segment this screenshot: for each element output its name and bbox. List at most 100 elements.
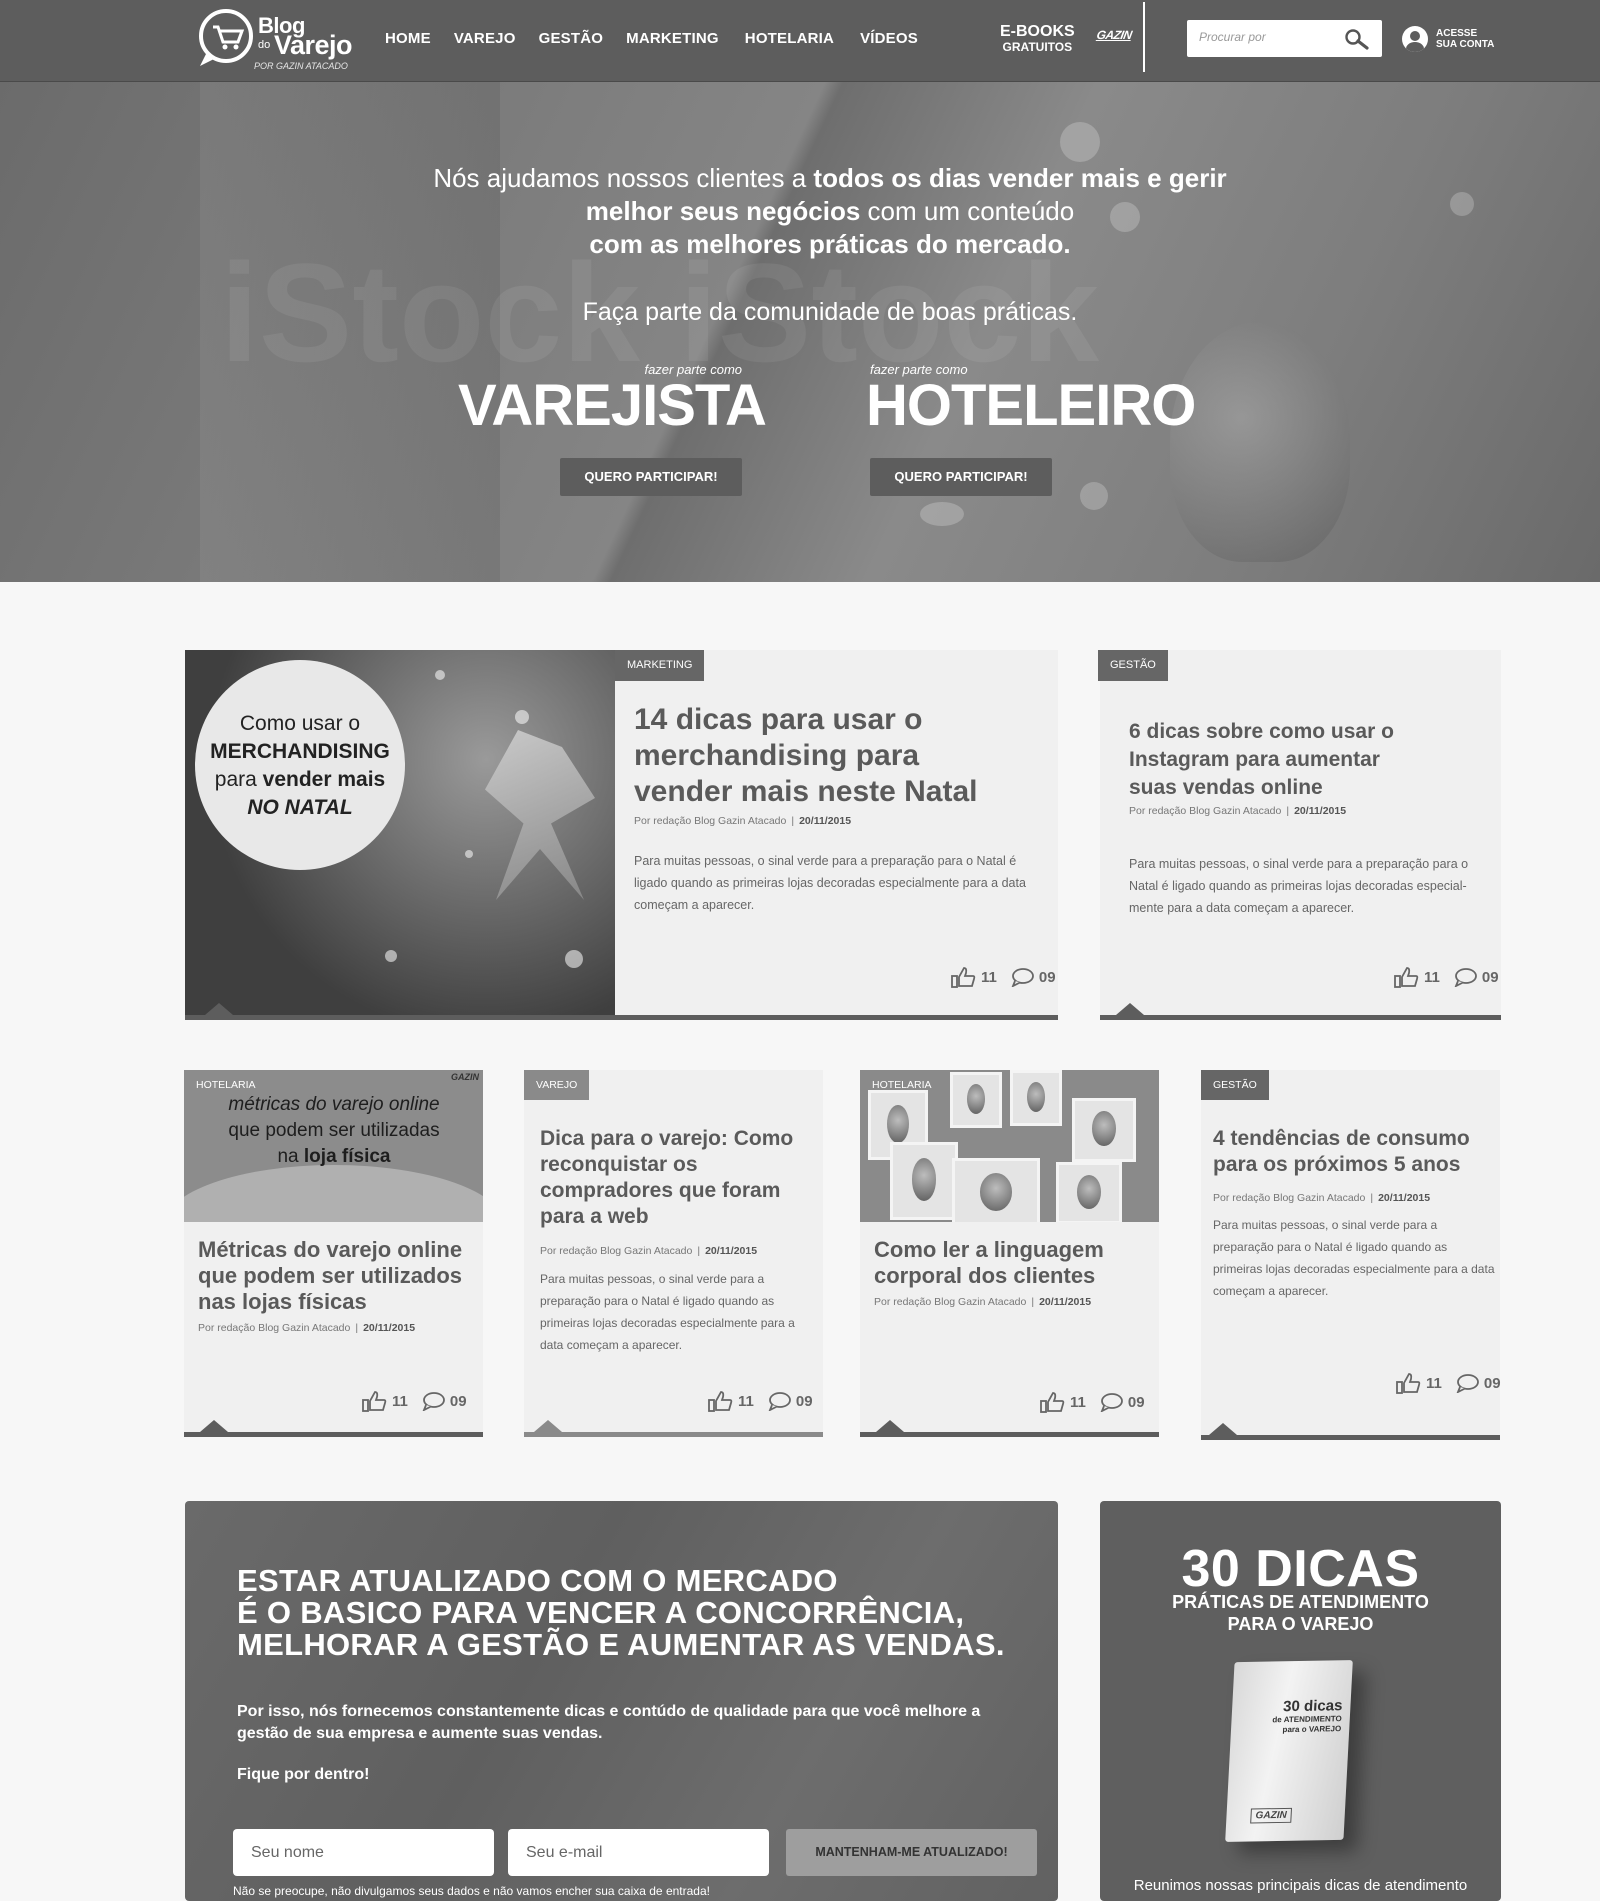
thumbnail-text: Como usar o MERCHANDISING para vender ma… — [207, 710, 393, 822]
bokeh-light — [565, 950, 583, 968]
main-nav: HOME VAREJO GESTÃO MARKETING HOTELARIA V… — [385, 30, 941, 47]
post-meta: Por redação Blog Gazin Atacado | 20/11/201… — [1213, 1192, 1431, 1204]
post-card[interactable]: VAREJO Dica para o varejo: Como reconqui… — [524, 1070, 823, 1437]
post-meta: Por redação Blog Gazin Atacado | 20/11/201… — [540, 1245, 758, 1257]
likes-count: 11 — [392, 1392, 408, 1410]
post-card[interactable]: GAZIN métricas do varejo online que pode… — [184, 1070, 483, 1437]
category-tag[interactable]: MARKETING — [615, 650, 705, 681]
face-photo — [1010, 1070, 1062, 1126]
likes[interactable]: 11 — [708, 1390, 754, 1412]
logo-subtitle: POR GAZIN ATACADO — [254, 61, 348, 71]
thumbnail-text-line: que podem ser utilizadas — [228, 1120, 440, 1141]
ebook-cover[interactable]: 30 dicas de ATENDIMENTO para o VAREJO GA… — [1225, 1660, 1353, 1842]
post-thumbnail[interactable]: Como usar o MERCHANDISING para vender ma… — [185, 650, 615, 1015]
category-tag[interactable]: HOTELARIA — [860, 1070, 944, 1100]
comments[interactable]: 09 — [1456, 1373, 1501, 1393]
card-notch — [205, 1003, 233, 1015]
ebooks-link[interactable]: E-BOOKS GRATUITOS — [1000, 24, 1075, 54]
ebook-promo[interactable]: 30 DICAS PRÁTICAS DE ATENDIMENTO PARA O … — [1100, 1501, 1501, 1901]
comments-count: 09 — [1127, 1393, 1145, 1411]
newsletter-headline-line: MELHORAR A GESTÃO E AUMENTAR AS VENDAS. — [237, 1627, 1005, 1662]
comment-icon — [1100, 1393, 1123, 1412]
newsletter-description: Por isso, nós fornecemos constantemente … — [237, 1703, 981, 1742]
post-card[interactable]: GESTÃO 4 tendências de consumo para os p… — [1201, 1070, 1501, 1440]
post-excerpt: Para muitas pessoas, o sinal verde para … — [634, 854, 1026, 912]
thumbs-up-icon — [1040, 1392, 1065, 1413]
post-title[interactable]: 6 dicas sobre como usar o Instagram para… — [1129, 718, 1429, 802]
likes-count: 11 — [1070, 1393, 1086, 1411]
search-icon[interactable] — [1344, 28, 1370, 50]
nav-gestao[interactable]: GESTÃO — [539, 30, 604, 47]
nav-marketing[interactable]: MARKETING — [626, 30, 719, 47]
post-title[interactable]: Dica para o varejo: Como reconquistar os… — [540, 1126, 815, 1230]
name-field[interactable] — [233, 1829, 494, 1876]
post-title[interactable]: 4 tendências de consumo para os próximos… — [1213, 1126, 1498, 1178]
category-tag[interactable]: GESTÃO — [1098, 650, 1168, 681]
card-notch — [200, 1420, 228, 1432]
subscribe-button[interactable]: MANTENHAM-ME ATUALIZADO! — [786, 1829, 1037, 1876]
comments[interactable]: 09 — [422, 1391, 467, 1411]
category-tag[interactable]: GESTÃO — [1201, 1070, 1269, 1100]
thumbnail-text-italic: NO NATAL — [247, 796, 353, 819]
blog-logo[interactable]: Blog do Varejo POR GAZIN ATACADO — [196, 8, 356, 72]
comments[interactable]: 09 — [1011, 967, 1056, 987]
post-author: Por redação Blog Gazin Atacado — [540, 1245, 693, 1257]
thumbnail-text-part: para — [214, 768, 263, 791]
comments[interactable]: 09 — [1100, 1392, 1145, 1412]
gazin-logo[interactable]: GAZIN — [1089, 28, 1140, 44]
post-title[interactable]: 14 dicas para usar o merchandising para … — [634, 702, 1014, 810]
post-meta: Por redação Blog Gazin Atacado | 20/11/201… — [874, 1296, 1092, 1308]
post-title[interactable]: Como ler a linguagem corporal dos client… — [874, 1237, 1144, 1289]
comments-count: 09 — [1038, 968, 1056, 986]
post-stats: 11 09 — [1396, 1372, 1501, 1394]
likes[interactable]: 11 — [362, 1390, 408, 1412]
post-date: 20/11/2015 — [799, 815, 852, 827]
featured-post-card[interactable]: Como usar o MERCHANDISING para vender ma… — [185, 650, 1058, 1020]
post-meta: Por redação Blog Gazin Atacado | 20/11/201… — [198, 1322, 416, 1334]
hero-headline-bold: com as melhores práticas do mercado. — [589, 229, 1071, 259]
category-tag[interactable]: HOTELARIA — [184, 1070, 268, 1100]
nav-home[interactable]: HOME — [385, 30, 431, 47]
post-card[interactable]: HOTELARIA Como ler a linguagem corporal … — [860, 1070, 1159, 1437]
ebook-cover-brand: GAZIN — [1250, 1807, 1293, 1824]
likes[interactable]: 11 — [951, 966, 997, 988]
comments-count: 09 — [1483, 1374, 1501, 1392]
likes-count: 11 — [1424, 968, 1440, 986]
likes[interactable]: 11 — [1040, 1391, 1086, 1413]
comments-count: 09 — [795, 1392, 813, 1410]
category-tag[interactable]: VAREJO — [524, 1070, 590, 1100]
header-divider — [1143, 2, 1145, 72]
cta-hoteleiro-button[interactable]: QUERO PARTICIPAR! — [870, 458, 1052, 496]
comments[interactable]: 09 — [768, 1391, 813, 1411]
logo-do-text: do — [258, 39, 271, 51]
nav-videos[interactable]: VÍDEOS — [860, 30, 918, 47]
cta-varejista-button[interactable]: QUERO PARTICIPAR! — [560, 458, 742, 496]
cta-varejista-title: VAREJISTA — [458, 373, 767, 438]
post-date: 20/11/2015 — [363, 1322, 416, 1334]
post-date: 20/11/2015 — [1039, 1296, 1092, 1308]
likes-count: 11 — [1426, 1374, 1442, 1392]
hero-bokeh — [1450, 192, 1474, 216]
thumbnail-text-line: para vender mais — [207, 766, 393, 794]
hero-headline-part: Nós ajudamos nossos clientes a — [433, 163, 814, 193]
comment-icon — [1454, 968, 1477, 987]
account-link[interactable]: ACESSE SUA CONTA — [1402, 26, 1494, 52]
ebook-description: Reunimos nossas principais dicas de aten… — [1133, 1877, 1468, 1894]
nav-hotelaria[interactable]: HOTELARIA — [745, 30, 834, 47]
hero-bokeh — [920, 502, 964, 526]
likes[interactable]: 11 — [1394, 966, 1440, 988]
search-input[interactable] — [1199, 30, 1339, 44]
featured-post-card[interactable]: GESTÃO 6 dicas sobre como usar o Instagr… — [1098, 650, 1501, 1020]
thumbnail-text-part: na — [277, 1146, 304, 1167]
post-title[interactable]: Métricas do varejo online que podem ser … — [198, 1237, 483, 1315]
face-photo — [890, 1142, 958, 1220]
thumbnail-text-line: NO NATAL — [207, 794, 393, 822]
email-field[interactable] — [508, 1829, 769, 1876]
comments[interactable]: 09 — [1454, 967, 1499, 987]
post-author: Por redação Blog Gazin Atacado — [1213, 1192, 1366, 1204]
nav-varejo[interactable]: VAREJO — [454, 30, 516, 47]
thumbs-up-icon — [1396, 1373, 1421, 1394]
likes[interactable]: 11 — [1396, 1372, 1442, 1394]
bokeh-light — [435, 670, 445, 680]
comment-icon — [422, 1392, 445, 1411]
